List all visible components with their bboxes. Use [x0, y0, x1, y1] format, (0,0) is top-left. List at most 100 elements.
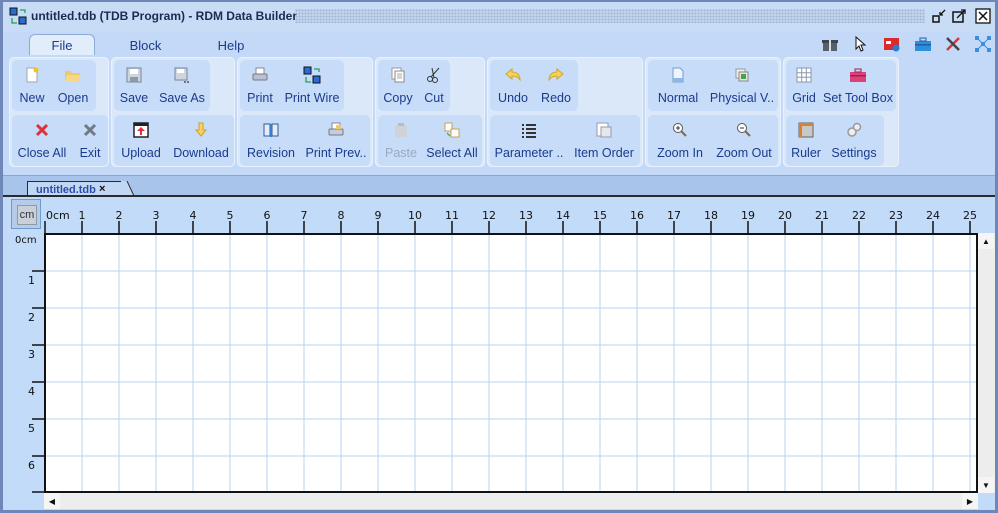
- paste-button[interactable]: Paste: [380, 115, 422, 166]
- copy-button[interactable]: Copy: [380, 60, 416, 111]
- ribbon: New Open Close All Exit Save Save As Upl…: [7, 55, 993, 169]
- title-grip: [295, 9, 925, 23]
- scroll-down-button[interactable]: ▼: [978, 477, 994, 493]
- vertical-scrollbar[interactable]: ▲ ▼: [978, 233, 995, 493]
- open-button[interactable]: Open: [54, 60, 92, 111]
- close-all-button[interactable]: Close All: [14, 115, 70, 166]
- scroll-up-button[interactable]: ▲: [978, 233, 994, 249]
- physical-view-button[interactable]: Physical V..: [708, 60, 776, 111]
- scroll-left-button[interactable]: ◀: [44, 493, 60, 509]
- close-tab-icon[interactable]: ×: [99, 183, 105, 195]
- h-ruler-label: 1: [79, 209, 86, 222]
- h-ruler-label: 13: [519, 209, 533, 222]
- panel-clipboard: Copy Cut Paste Select All: [375, 57, 485, 167]
- zoom-out-icon: [737, 123, 751, 137]
- h-ruler-label: 9: [375, 209, 382, 222]
- h-ruler-label: 12: [482, 209, 496, 222]
- undo-button[interactable]: Undo: [492, 60, 534, 111]
- h-ruler-label: 7: [301, 209, 308, 222]
- redo-button[interactable]: Redo: [536, 60, 576, 111]
- close-icon[interactable]: [975, 8, 991, 24]
- save-as-button[interactable]: Save As: [156, 60, 208, 111]
- download-button[interactable]: Download: [170, 115, 232, 166]
- group-revision: Revision Print Prev..: [240, 115, 370, 166]
- group-print: Print Print Wire: [240, 60, 344, 111]
- save-icon: [126, 67, 142, 83]
- restore-icon[interactable]: [931, 8, 947, 24]
- unit-button[interactable]: cm: [17, 205, 37, 225]
- grid-button[interactable]: Grid: [788, 60, 820, 111]
- print-button[interactable]: Print: [242, 60, 278, 111]
- save-button[interactable]: Save: [116, 60, 152, 111]
- tab-block[interactable]: Block: [118, 34, 173, 56]
- panel-edit: Undo Redo Parameter .. Item Order: [487, 57, 643, 167]
- dashboard-icon[interactable]: [883, 35, 901, 53]
- vertical-ruler: 0cm 1 2 3 4 5 6: [15, 235, 44, 493]
- design-canvas[interactable]: [44, 233, 978, 493]
- set-tool-box-button[interactable]: Set Tool Box: [822, 60, 894, 111]
- group-undo-redo: Undo Redo: [490, 60, 578, 111]
- tab-help[interactable]: Help: [206, 34, 256, 56]
- h-ruler-label: 11: [445, 209, 459, 222]
- pointer-icon[interactable]: [852, 35, 870, 53]
- print-wire-icon: [303, 66, 321, 84]
- toolbox-icon: [850, 68, 866, 82]
- h-ruler-label: 21: [815, 209, 829, 222]
- select-all-button[interactable]: Select All: [424, 115, 480, 166]
- paste-icon: [395, 123, 407, 137]
- tools-icon[interactable]: [944, 35, 962, 53]
- grid-icon: [796, 67, 812, 83]
- h-ruler-label: 4: [190, 209, 197, 222]
- settings-button[interactable]: Settings: [826, 115, 882, 166]
- maximize-icon[interactable]: [951, 8, 967, 24]
- v-ruler-label: 1: [28, 274, 35, 287]
- group-parameter: Parameter .. Item Order: [490, 115, 640, 166]
- horizontal-scrollbar[interactable]: ◀ ▶: [44, 493, 978, 509]
- panel-print: Print Print Wire Revision Print Prev..: [237, 57, 373, 167]
- parameter-button[interactable]: Parameter ..: [492, 115, 566, 166]
- print-wire-button[interactable]: Print Wire: [282, 60, 342, 111]
- panel-file: New Open Close All Exit: [9, 57, 109, 167]
- print-icon: [252, 67, 268, 81]
- tab-file[interactable]: File: [29, 34, 95, 56]
- new-button[interactable]: New: [14, 60, 50, 111]
- editor-area: cm 0cm 1 2 3 4 5 6 7 8 9 10 11 12 13 14 15 16 17 18 19 20 21 2…: [7, 197, 995, 509]
- h-ruler-label: 19: [741, 209, 755, 222]
- gift-icon[interactable]: [821, 35, 839, 53]
- settings-icon: [847, 122, 862, 137]
- cut-button[interactable]: Cut: [420, 60, 448, 111]
- zoom-in-button[interactable]: Zoom In: [650, 115, 710, 166]
- v-ruler-label: 3: [28, 348, 35, 361]
- toolbox-blue-icon[interactable]: [914, 35, 932, 53]
- undo-icon: [505, 67, 521, 82]
- book-icon: [263, 123, 279, 137]
- ruler-icon: [798, 122, 814, 138]
- ribbon-tab-bar: File Block Help: [3, 30, 995, 56]
- ruler-button[interactable]: Ruler: [788, 115, 824, 166]
- group-copy-cut: Copy Cut: [378, 60, 450, 111]
- group-view-mode: Normal Physical V..: [648, 60, 778, 111]
- exit-button[interactable]: Exit: [74, 115, 106, 166]
- h-ruler-label: 14: [556, 209, 570, 222]
- h-ruler-label: 10: [408, 209, 422, 222]
- item-order-button[interactable]: Item Order: [570, 115, 638, 166]
- h-ruler-label: 2: [116, 209, 123, 222]
- network-icon[interactable]: [974, 35, 992, 53]
- h-ruler-label: 0cm: [46, 209, 70, 222]
- app-icon: [9, 7, 27, 25]
- zoom-out-button[interactable]: Zoom Out: [712, 115, 776, 166]
- group-save: Save Save As: [114, 60, 210, 111]
- v-ruler-label: 6: [28, 459, 35, 472]
- print-preview-button[interactable]: Print Prev..: [304, 115, 368, 166]
- panel-save: Save Save As Upload Download: [111, 57, 235, 167]
- app-window: untitled.tdb (TDB Program) - RDM Data Bu…: [0, 0, 998, 513]
- normal-button[interactable]: Normal: [650, 60, 706, 111]
- group-ruler: Ruler Settings: [786, 115, 884, 166]
- upload-button[interactable]: Upload: [116, 115, 166, 166]
- h-ruler-label: 18: [704, 209, 718, 222]
- group-grid: Grid Set Tool Box: [786, 60, 896, 111]
- exit-icon: [83, 123, 97, 137]
- h-ruler-label: 6: [264, 209, 271, 222]
- scroll-right-button[interactable]: ▶: [962, 493, 978, 509]
- revision-button[interactable]: Revision: [242, 115, 300, 166]
